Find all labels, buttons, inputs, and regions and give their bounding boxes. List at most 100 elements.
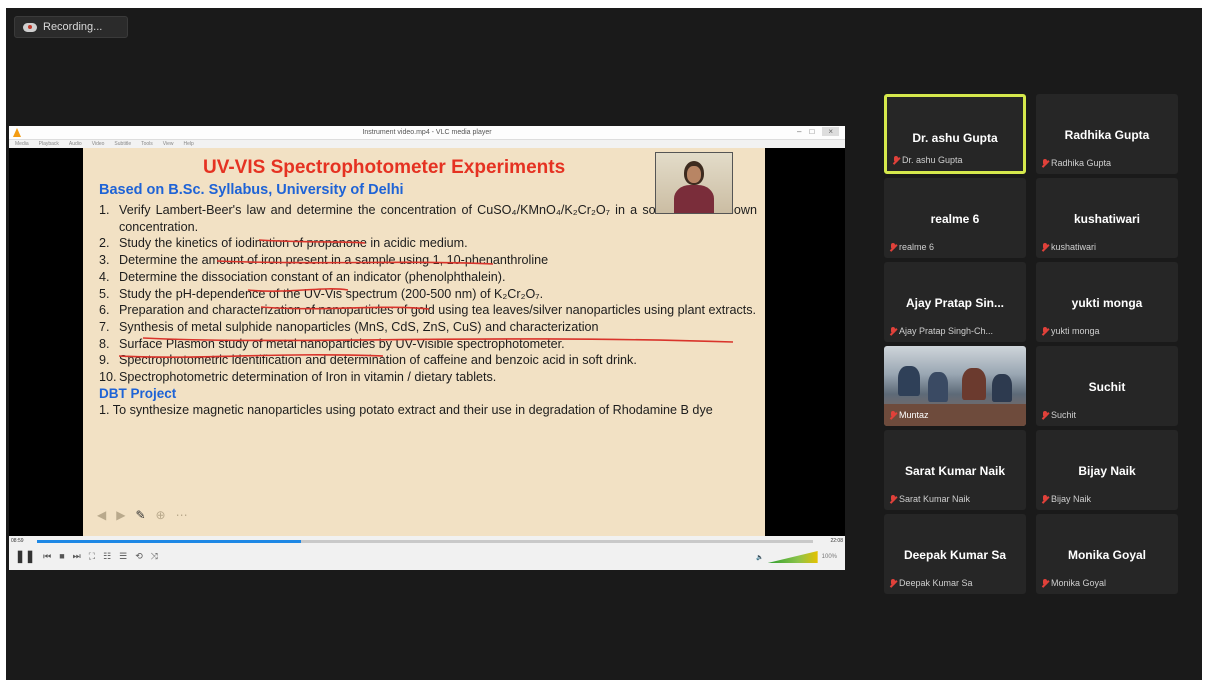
slide-subtitle: Based on B.Sc. Syllabus, University of D… [99, 182, 404, 198]
participant-tile[interactable]: Bijay Naik Bijay Naik [1036, 430, 1178, 510]
presenter-camera [655, 152, 733, 214]
playlist-icon[interactable]: ☰ [119, 551, 127, 562]
seek-bar[interactable] [37, 540, 813, 543]
participant-label: Dr. ashu Gupta [893, 155, 963, 165]
shuffle-icon[interactable]: ⤨ [151, 551, 158, 562]
fullscreen-icon[interactable]: ⛶ [89, 551, 95, 562]
participant-label-text: Radhika Gupta [1051, 158, 1112, 168]
menu-help[interactable]: Help [184, 140, 194, 148]
menu-subtitle[interactable]: Subtitle [114, 140, 131, 148]
participant-label-text: realme 6 [899, 242, 935, 252]
list-item: 10. Spectrophotometric determination of I… [99, 369, 757, 386]
participant-label: Ajay Pratap Singh-Ch... [890, 326, 993, 336]
participant-tile[interactable]: Dr. ashu Gupta Dr. ashu Gupta [884, 94, 1026, 174]
participant-label-text: Sarat Kumar Naik [899, 494, 971, 504]
participant-tile[interactable]: Sarat Kumar Naik Sarat Kumar Naik [884, 430, 1026, 510]
participant-tile[interactable]: realme 6 realme 6 [884, 178, 1026, 258]
more-icon[interactable]: ⋯ [176, 508, 188, 522]
item-number: 1. [99, 203, 110, 217]
presenter-face [687, 166, 701, 183]
item-text: Surface Plasmon study of metal nanoparti… [119, 336, 565, 351]
recording-indicator[interactable]: Recording... [14, 16, 128, 38]
menu-view[interactable]: View [163, 140, 174, 148]
item-number: 5. [99, 286, 110, 301]
item-text: Synthesis of metal sulphide nanoparticle… [119, 319, 599, 334]
participant-label: Sarat Kumar Naik [890, 494, 970, 504]
participant-name: Deepak Kumar Sa [903, 548, 1007, 562]
mic-muted-icon [893, 155, 899, 165]
participant-tile[interactable]: Muntaz [884, 346, 1026, 426]
slide-title: UV-VIS Spectrophotometer Experiments [203, 157, 566, 178]
mic-muted-icon [1042, 158, 1048, 168]
participant-tile[interactable]: Deepak Kumar Sa Deepak Kumar Sa [884, 514, 1026, 594]
list-item: 7. Synthesis of metal sulphide nanopartic… [99, 319, 757, 336]
stop-icon[interactable]: ■ [59, 551, 64, 561]
participant-name: Dr. ashu Gupta [912, 131, 998, 145]
close-icon[interactable]: × [822, 127, 839, 136]
mic-muted-icon [890, 326, 896, 336]
volume-slider[interactable] [767, 551, 818, 563]
participant-tile[interactable]: Suchit Suchit [1036, 346, 1178, 426]
participant-label: kushatiwari [1042, 242, 1096, 252]
participant-label: Bijay Naik [1042, 494, 1091, 504]
cloud-record-icon [23, 22, 37, 32]
participant-tile[interactable]: kushatiwari kushatiwari [1036, 178, 1178, 258]
pause-icon[interactable]: ❚❚ [15, 549, 35, 563]
pen-icon[interactable]: ✎ [135, 508, 145, 522]
recording-label: Recording... [43, 21, 103, 33]
vlc-window: Instrument video.mp4 - VLC media player … [9, 126, 845, 570]
loop-icon[interactable]: ⟲ [135, 551, 143, 562]
participant-tile[interactable]: Radhika Gupta Radhika Gupta [1036, 94, 1178, 174]
menu-video[interactable]: Video [92, 140, 105, 148]
participant-tile[interactable]: yukti monga yukti monga [1036, 262, 1178, 342]
participant-label-text: Deepak Kumar Sa [899, 578, 973, 588]
presenter-body [674, 185, 714, 213]
search-icon[interactable]: ⊕ [156, 508, 166, 522]
mic-muted-icon [1042, 578, 1048, 588]
participant-name: Ajay Pratap Sin... [905, 296, 1005, 310]
meeting-stage: Recording... Instrument video.mp4 - VLC … [6, 8, 1202, 680]
participant-label: Suchit [1042, 410, 1076, 420]
previous-icon[interactable]: ⏮ [43, 551, 51, 562]
participant-name: realme 6 [930, 212, 980, 226]
total-time: 22:08 [830, 538, 843, 544]
mic-muted-icon [1042, 326, 1048, 336]
list-item: 5. Study the pH-dependence of the UV-Vis … [99, 286, 757, 303]
menu-tools[interactable]: Tools [141, 140, 153, 148]
vlc-window-title: Instrument video.mp4 - VLC media player [362, 129, 492, 136]
participant-label: realme 6 [890, 242, 934, 252]
menu-audio[interactable]: Audio [69, 140, 82, 148]
next-icon[interactable]: ⏭ [73, 551, 81, 562]
item-text: Spectrophotometric identification and de… [119, 353, 637, 368]
menu-playback[interactable]: Playback [39, 140, 59, 148]
participant-name: Sarat Kumar Naik [904, 464, 1006, 478]
extended-settings-icon[interactable]: ☷ [103, 551, 111, 562]
mic-muted-icon [890, 410, 896, 420]
back-icon[interactable]: ◀ [97, 508, 106, 522]
maximize-icon[interactable]: □ [809, 127, 814, 136]
item-number: 8. [99, 336, 110, 351]
seek-progress [37, 540, 301, 543]
menu-media[interactable]: Media [15, 140, 29, 148]
video-area[interactable]: UV-VIS Spectrophotometer Experiments Bas… [9, 148, 845, 536]
item-number: 10. [99, 370, 117, 385]
minimize-icon[interactable]: – [797, 127, 801, 136]
item-number: 9. [99, 353, 110, 368]
playback-buttons: ❚❚ ⏮ ■ ⏭ ⛶ ☷ ☰ ⟲ ⤨ [15, 548, 158, 564]
window-controls: – □ × [797, 127, 839, 136]
forward-icon[interactable]: ▶ [116, 508, 125, 522]
item-text: Preparation and characterization of nano… [119, 303, 757, 318]
volume-control[interactable]: 🔈 100% [756, 551, 837, 563]
participant-tile[interactable]: Ajay Pratap Sin... Ajay Pratap Singh-Ch..… [884, 262, 1026, 342]
participant-label: Deepak Kumar Sa [890, 578, 973, 588]
participant-label: yukti monga [1042, 326, 1100, 336]
speaker-icon[interactable]: 🔈 [756, 554, 763, 561]
vlc-title-bar[interactable]: Instrument video.mp4 - VLC media player … [9, 126, 845, 140]
vlc-menu-bar: Media Playback Audio Video Subtitle Tool… [9, 140, 845, 148]
mic-muted-icon [1042, 494, 1048, 504]
list-item: 8. Surface Plasmon study of metal nanopar… [99, 336, 757, 353]
participant-tile[interactable]: Monika Goyal Monika Goyal [1036, 514, 1178, 594]
participant-label-text: Ajay Pratap Singh-Ch... [899, 326, 994, 336]
list-item: 6. Preparation and characterization of na… [99, 302, 757, 319]
participant-name: Monika Goyal [1067, 548, 1147, 562]
